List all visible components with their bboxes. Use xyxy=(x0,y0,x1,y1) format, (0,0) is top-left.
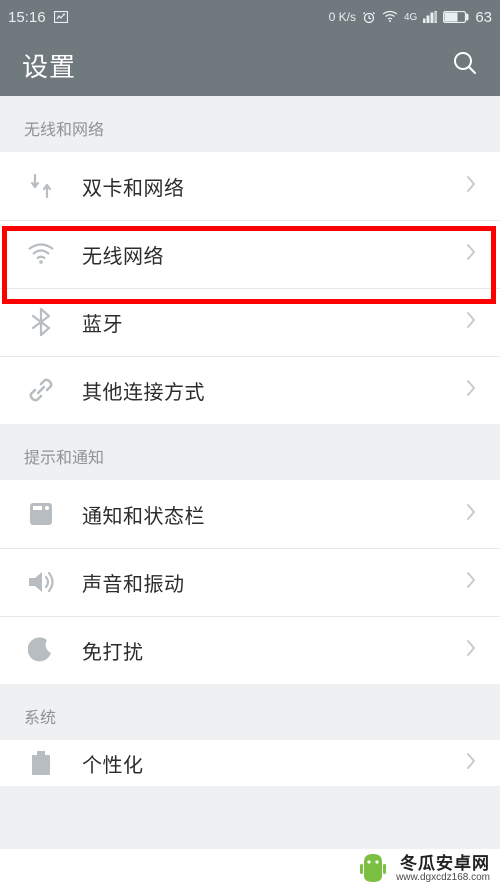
screenshot-indicator-icon xyxy=(54,11,68,23)
sound-icon xyxy=(26,567,56,597)
status-time: 15:16 xyxy=(8,9,46,26)
item-label: 通知和状态栏 xyxy=(82,500,205,529)
chevron-right-icon xyxy=(466,571,476,594)
wifi-status-icon xyxy=(382,11,398,23)
battery-icon xyxy=(443,11,469,23)
item-label: 声音和振动 xyxy=(82,568,185,597)
link-icon xyxy=(26,375,56,405)
app-header: 设置 xyxy=(0,34,500,96)
page-title: 设置 xyxy=(22,47,76,84)
item-other-connections[interactable]: 其他连接方式 xyxy=(0,356,500,424)
item-personalization[interactable]: 个性化 xyxy=(0,740,500,786)
status-battery-percent: 63 xyxy=(475,9,492,26)
item-label: 蓝牙 xyxy=(82,308,123,337)
item-bluetooth[interactable]: 蓝牙 xyxy=(0,288,500,356)
chevron-right-icon xyxy=(466,752,476,775)
item-sound[interactable]: 声音和振动 xyxy=(0,548,500,616)
notification-icon xyxy=(26,499,56,529)
section-header-wireless: 无线和网络 xyxy=(0,96,500,152)
dnd-icon xyxy=(26,635,56,665)
item-label: 双卡和网络 xyxy=(82,172,185,201)
personalize-icon xyxy=(26,748,56,778)
status-bar: 15:16 0 K/s 4G 63 xyxy=(0,0,500,34)
item-notifications[interactable]: 通知和状态栏 xyxy=(0,480,500,548)
chevron-right-icon xyxy=(466,503,476,526)
status-network-label: 4G xyxy=(404,12,417,23)
item-label: 其他连接方式 xyxy=(82,376,205,405)
item-label: 个性化 xyxy=(82,749,144,778)
section-header-system: 系统 xyxy=(0,684,500,740)
watermark: 冬瓜安卓网 www.dgxcdz168.com xyxy=(0,849,500,889)
watermark-logo-icon xyxy=(358,852,388,886)
search-icon xyxy=(452,50,478,76)
watermark-title: 冬瓜安卓网 xyxy=(396,855,490,873)
signal-icon xyxy=(423,11,437,23)
wifi-icon xyxy=(26,239,56,269)
item-wifi[interactable]: 无线网络 xyxy=(0,220,500,288)
item-dual-sim[interactable]: 双卡和网络 xyxy=(0,152,500,220)
item-label: 无线网络 xyxy=(82,240,164,269)
watermark-url: www.dgxcdz168.com xyxy=(396,873,490,884)
search-button[interactable] xyxy=(452,50,478,81)
alarm-icon xyxy=(362,10,376,24)
dual-sim-icon xyxy=(26,171,56,201)
item-dnd[interactable]: 免打扰 xyxy=(0,616,500,684)
item-label: 免打扰 xyxy=(82,636,144,665)
chevron-right-icon xyxy=(466,379,476,402)
status-net-speed: 0 K/s xyxy=(329,10,356,24)
chevron-right-icon xyxy=(466,639,476,662)
chevron-right-icon xyxy=(466,243,476,266)
chevron-right-icon xyxy=(466,311,476,334)
bluetooth-icon xyxy=(26,307,56,337)
section-header-notifications: 提示和通知 xyxy=(0,424,500,480)
chevron-right-icon xyxy=(466,175,476,198)
